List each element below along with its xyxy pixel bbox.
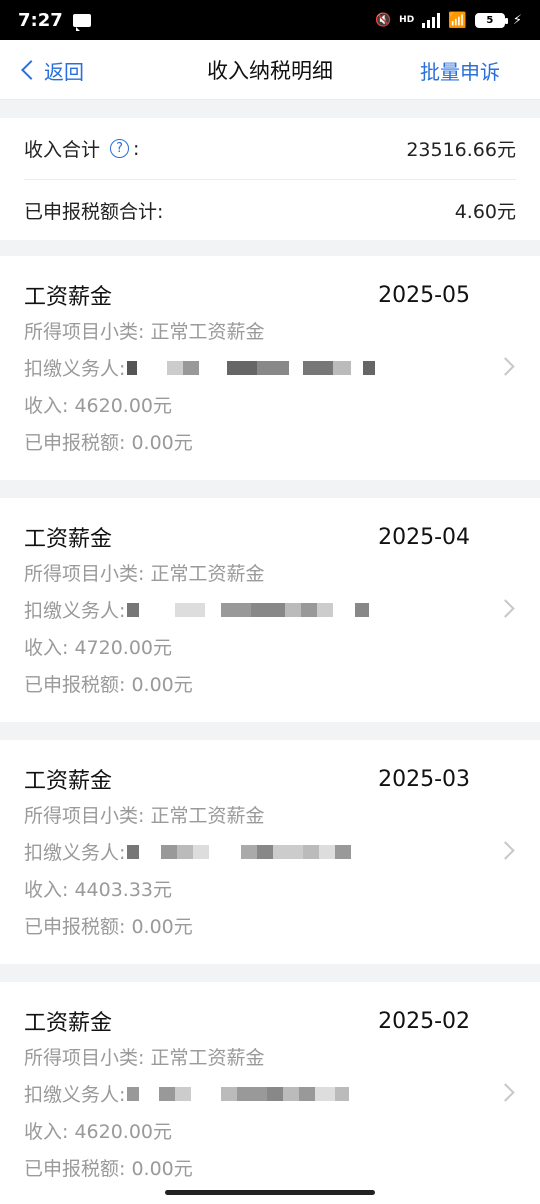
redacted-withholder-name — [127, 360, 376, 375]
back-label: 返回 — [44, 59, 84, 84]
income-total-row: 收入合计 ? : 23516.66元 — [24, 118, 516, 179]
record-period: 2025-04 — [378, 524, 470, 550]
income-total-colon: : — [133, 137, 140, 160]
redacted-withholder-name — [127, 1086, 350, 1101]
redacted-withholder-name — [127, 602, 370, 617]
record-income: 收入: 4620.00元 — [24, 395, 173, 417]
record-income: 收入: 4720.00元 — [24, 637, 173, 659]
record-type: 工资薪金 — [24, 527, 113, 552]
income-record-card[interactable]: 工资薪金 2025-02 所得项目小类: 正常工资薪金 扣缴义务人: 收入: 4… — [0, 982, 540, 1204]
page-title: 收入纳税明细 — [207, 58, 333, 83]
record-period: 2025-02 — [378, 1008, 470, 1034]
record-tax: 已申报税额: 0.00元 — [24, 674, 193, 696]
tax-total-label: 已申报税额合计: — [24, 200, 164, 223]
record-tax: 已申报税额: 0.00元 — [24, 916, 193, 938]
record-type: 工资薪金 — [24, 1011, 113, 1036]
withholder-label: 扣缴义务人: — [24, 842, 126, 864]
batch-appeal-button[interactable]: 批量申诉 — [420, 40, 500, 100]
record-income: 收入: 4620.00元 — [24, 1121, 173, 1143]
income-total-value: 23516.66元 — [406, 139, 516, 161]
record-period: 2025-05 — [378, 282, 470, 308]
help-icon[interactable]: ? — [110, 139, 130, 158]
status-bar: 7:27 🔇 HD 📶 5 ⚡ — [0, 0, 540, 40]
record-subcategory: 所得项目小类: 正常工资薪金 — [24, 805, 265, 827]
record-subcategory: 所得项目小类: 正常工资薪金 — [24, 321, 265, 343]
battery-level: 5 — [486, 14, 494, 26]
wifi-icon: 📶 — [448, 11, 467, 29]
mute-icon: 🔇 — [374, 12, 392, 28]
tax-total-row: 已申报税额合计: 4.60元 — [24, 179, 516, 240]
record-period: 2025-03 — [378, 766, 470, 792]
message-notification-icon — [72, 13, 91, 31]
hd-indicator: HD — [399, 14, 415, 25]
status-time: 7:27 — [18, 9, 63, 31]
record-subcategory: 所得项目小类: 正常工资薪金 — [24, 1047, 265, 1069]
withholder-label: 扣缴义务人: — [24, 358, 126, 380]
signal-icon — [422, 12, 441, 28]
record-income: 收入: 4403.33元 — [24, 879, 173, 901]
income-record-card[interactable]: 工资薪金 2025-03 所得项目小类: 正常工资薪金 扣缴义务人: 收入: 4… — [0, 740, 540, 964]
record-type: 工资薪金 — [24, 285, 113, 310]
record-tax: 已申报税额: 0.00元 — [24, 1158, 193, 1180]
record-type: 工资薪金 — [24, 769, 113, 794]
income-record-card[interactable]: 工资薪金 2025-05 所得项目小类: 正常工资薪金 扣缴义务人: 收入: 4… — [0, 256, 540, 480]
record-tax: 已申报税额: 0.00元 — [24, 432, 193, 454]
charging-icon: ⚡ — [512, 12, 522, 28]
home-indicator[interactable] — [165, 1190, 375, 1195]
record-subcategory: 所得项目小类: 正常工资薪金 — [24, 563, 265, 585]
chevron-left-icon — [21, 60, 41, 80]
income-record-card[interactable]: 工资薪金 2025-04 所得项目小类: 正常工资薪金 扣缴义务人: 收入: 4… — [0, 498, 540, 722]
income-total-label: 收入合计 — [24, 139, 101, 161]
battery-icon: 5 — [474, 12, 508, 28]
summary-card: 收入合计 ? : 23516.66元 已申报税额合计: 4.60元 — [0, 118, 540, 240]
back-button[interactable]: 返回 — [20, 40, 84, 100]
redacted-withholder-name — [127, 844, 352, 859]
withholder-label: 扣缴义务人: — [24, 600, 126, 622]
tax-total-value: 4.60元 — [454, 200, 516, 223]
withholder-label: 扣缴义务人: — [24, 1084, 126, 1106]
nav-bar: 返回 收入纳税明细 批量申诉 — [0, 40, 540, 100]
